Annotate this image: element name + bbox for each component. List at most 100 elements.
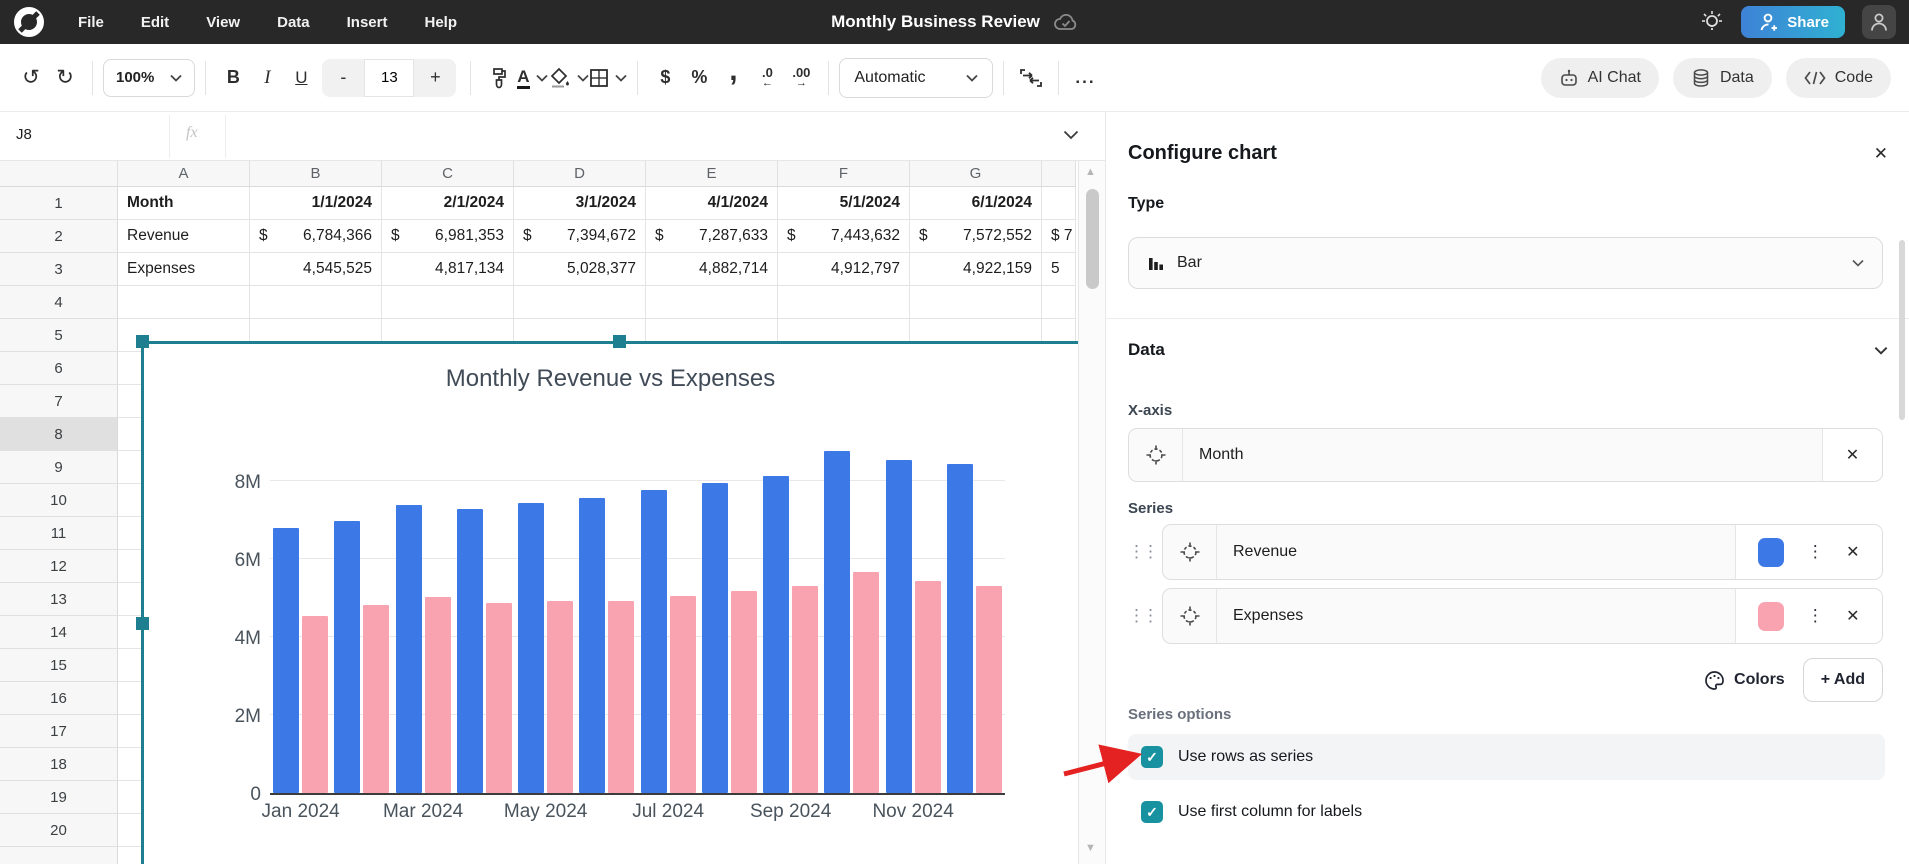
column-header-A[interactable]: A (118, 161, 250, 187)
row-header-17[interactable]: 17 (0, 715, 118, 748)
percent-format-button[interactable]: % (682, 59, 716, 97)
xaxis-field[interactable]: Month ✕ (1128, 428, 1883, 482)
cell-A1[interactable]: Month (118, 187, 250, 220)
text-color-button[interactable]: A (515, 59, 549, 97)
cell-G4[interactable] (910, 286, 1042, 319)
font-size-decrease-button[interactable]: - (322, 67, 364, 88)
series-name[interactable]: Expenses (1217, 589, 1735, 643)
series-color-swatch[interactable] (1758, 537, 1785, 567)
code-button[interactable]: Code (1785, 57, 1891, 98)
cell-F4[interactable] (778, 286, 910, 319)
increase-decimal-button[interactable]: .00 → (784, 59, 818, 97)
chart-resize-handle[interactable] (613, 335, 626, 348)
cell-E2[interactable]: $7,287,633 (646, 220, 778, 253)
cell-D2[interactable]: $7,394,672 (514, 220, 646, 253)
cell-E1[interactable]: 4/1/2024 (646, 187, 778, 220)
series-color-swatch[interactable] (1758, 601, 1785, 631)
row-header-16[interactable]: 16 (0, 682, 118, 715)
checkbox-checked-icon[interactable]: ✓ (1141, 746, 1163, 768)
menu-data[interactable]: Data (277, 14, 310, 31)
cell-E4[interactable] (646, 286, 778, 319)
sheet-vertical-scrollbar[interactable]: ▲ ▼ (1078, 161, 1105, 864)
row-header-4[interactable]: 4 (0, 286, 118, 319)
colors-button[interactable]: Colors (1704, 670, 1785, 691)
row-header-8[interactable]: 8 (0, 418, 118, 451)
panel-scrollbar-thumb[interactable] (1899, 240, 1905, 420)
column-header-E[interactable]: E (646, 161, 778, 187)
cell-G3[interactable]: 4,922,159 (910, 253, 1042, 286)
cell-H3[interactable]: 5 (1042, 253, 1076, 286)
cell-C1[interactable]: 2/1/2024 (382, 187, 514, 220)
remove-series-icon[interactable]: ✕ (1846, 542, 1859, 562)
cell-C4[interactable] (382, 286, 514, 319)
column-header-G[interactable]: G (910, 161, 1042, 187)
rows-logo-icon[interactable] (14, 7, 44, 37)
row-header-20[interactable]: 20 (0, 814, 118, 847)
chart-type-select[interactable]: Bar (1128, 237, 1883, 289)
chart-resize-handle[interactable] (136, 335, 149, 348)
scroll-up-icon[interactable]: ▲ (1085, 166, 1096, 178)
cell-B1[interactable]: 1/1/2024 (250, 187, 382, 220)
column-header-D[interactable]: D (514, 161, 646, 187)
cell-G2[interactable]: $7,572,552 (910, 220, 1042, 253)
menu-file[interactable]: File (78, 14, 104, 31)
add-series-button[interactable]: + Add (1802, 658, 1883, 702)
panel-close-icon[interactable]: ✕ (1874, 144, 1888, 164)
cell-H1[interactable] (1042, 187, 1076, 220)
series-name[interactable]: Revenue (1217, 525, 1735, 579)
cell-F3[interactable]: 4,912,797 (778, 253, 910, 286)
cell-A4[interactable] (118, 286, 250, 319)
cell-F2[interactable]: $7,443,632 (778, 220, 910, 253)
menu-edit[interactable]: Edit (141, 14, 169, 31)
row-header-12[interactable]: 12 (0, 550, 118, 583)
column-header-C[interactable]: C (382, 161, 514, 187)
comma-format-button[interactable]: , (716, 55, 750, 97)
cell-B2[interactable]: $6,784,366 (250, 220, 382, 253)
scrollbar-thumb[interactable] (1086, 189, 1099, 289)
row-header-11[interactable]: 11 (0, 517, 118, 550)
row-header-15[interactable]: 15 (0, 649, 118, 682)
data-button[interactable]: Data (1672, 57, 1772, 98)
paint-format-button[interactable] (481, 59, 515, 97)
cell-F1[interactable]: 5/1/2024 (778, 187, 910, 220)
row-header-19[interactable]: 19 (0, 781, 118, 814)
cell-H4[interactable] (1042, 286, 1076, 319)
cell-B3[interactable]: 4,545,525 (250, 253, 382, 286)
row-header-5[interactable]: 5 (0, 319, 118, 352)
ai-chat-button[interactable]: AI Chat (1540, 57, 1659, 98)
remove-series-icon[interactable]: ✕ (1846, 606, 1859, 626)
row-header-6[interactable]: 6 (0, 352, 118, 385)
number-format-select[interactable]: Automatic (839, 57, 993, 98)
column-header-B[interactable]: B (250, 161, 382, 187)
name-box[interactable]: J8 (16, 126, 32, 143)
cell-C2[interactable]: $6,981,353 (382, 220, 514, 253)
row-header-18[interactable]: 18 (0, 748, 118, 781)
font-size-value[interactable]: 13 (364, 58, 415, 97)
row-header-10[interactable]: 10 (0, 484, 118, 517)
cell-B4[interactable] (250, 286, 382, 319)
cell-G1[interactable]: 6/1/2024 (910, 187, 1042, 220)
scroll-down-icon[interactable]: ▼ (1085, 842, 1096, 854)
convert-range-button[interactable] (1014, 59, 1048, 97)
chevron-down-icon[interactable] (1874, 346, 1888, 355)
font-size-increase-button[interactable]: + (414, 67, 456, 88)
currency-format-button[interactable]: $ (648, 59, 682, 97)
cell-H2[interactable]: $ 7 (1042, 220, 1076, 253)
formula-bar-expand-icon[interactable] (1063, 130, 1079, 140)
cell-D3[interactable]: 5,028,377 (514, 253, 646, 286)
row-header-13[interactable]: 13 (0, 583, 118, 616)
decrease-decimal-button[interactable]: .0 ← (750, 59, 784, 97)
fill-color-button[interactable] (549, 59, 590, 97)
row-header-3[interactable]: 3 (0, 253, 118, 286)
menu-view[interactable]: View (206, 14, 240, 31)
borders-button[interactable] (589, 59, 628, 97)
redo-button[interactable]: ↻ (48, 59, 82, 97)
share-button[interactable]: Share (1741, 6, 1845, 38)
select-all-corner[interactable] (0, 161, 118, 187)
drag-handle-icon[interactable]: ⋮⋮ (1128, 606, 1162, 626)
row-header-1[interactable]: 1 (0, 187, 118, 220)
bold-button[interactable]: B (216, 59, 250, 97)
chart-resize-handle[interactable] (136, 617, 149, 630)
row-header-14[interactable]: 14 (0, 616, 118, 649)
checkbox-checked-icon[interactable]: ✓ (1141, 801, 1163, 823)
